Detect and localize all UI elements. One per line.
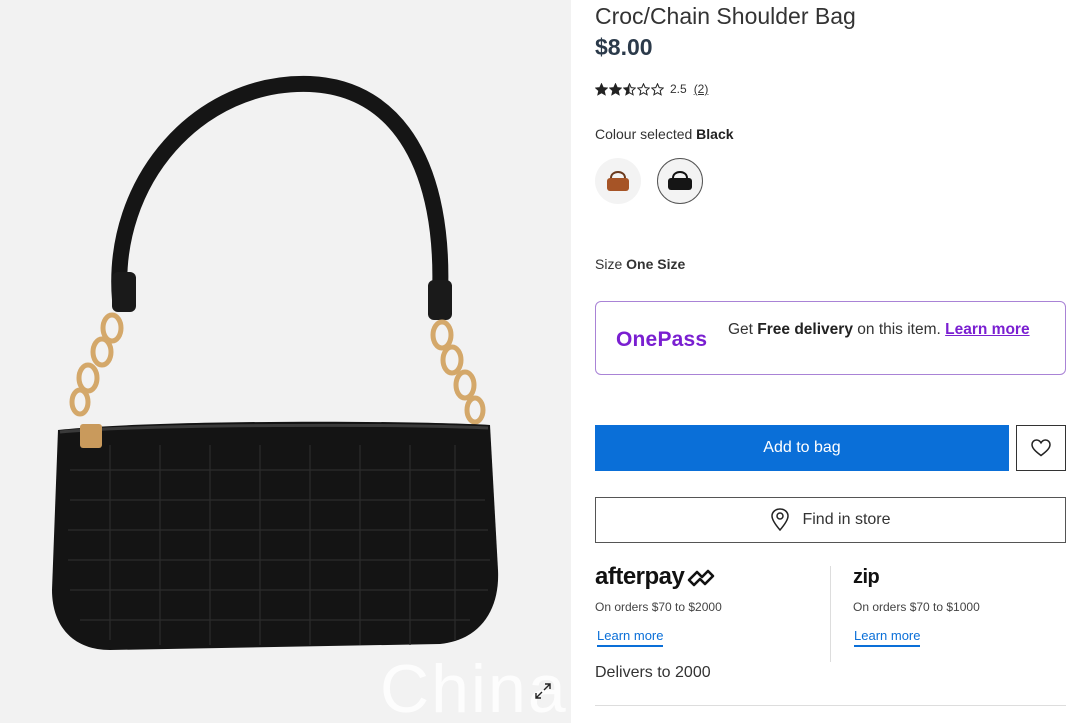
find-in-store-label: Find in store: [802, 511, 891, 528]
rating-star-icon: [595, 82, 608, 96]
afterpay-learn-more-link[interactable]: Learn more: [597, 628, 664, 647]
product-page: China Croc/Chain Shoulder Bag $8.00 2.5 …: [0, 0, 1080, 723]
product-rating: 2.5 (2): [595, 82, 708, 96]
expand-icon: [535, 683, 551, 699]
afterpay-logo: afterpay: [595, 563, 825, 591]
colour-swatches: [595, 158, 703, 204]
onepass-text-bold: Free delivery: [757, 321, 853, 338]
delivery-info: Delivers to 2000: [595, 664, 711, 681]
location-pin-icon: [771, 508, 790, 532]
zip-logo: zip: [853, 566, 880, 588]
add-to-bag-button[interactable]: Add to bag: [595, 425, 1009, 471]
zip-section: zip On orders $70 to $1000 Learn more: [853, 566, 1066, 647]
rating-star-icon: [651, 82, 664, 96]
afterpay-arrows-icon: [688, 569, 715, 587]
wishlist-button[interactable]: [1016, 425, 1066, 471]
product-price: $8.00: [595, 34, 653, 60]
payment-divider: [830, 566, 831, 662]
black-bag-thumbnail: [668, 171, 692, 190]
find-in-store-button[interactable]: Find in store: [595, 497, 1066, 543]
colour-selected-value: Black: [696, 126, 734, 142]
expand-image-button[interactable]: [530, 678, 556, 704]
afterpay-logo-text: afterpay: [595, 563, 685, 590]
onepass-learn-more-link[interactable]: Learn more: [945, 321, 1029, 338]
rating-star-icon: [623, 82, 636, 96]
product-image-panel[interactable]: China: [0, 0, 571, 723]
colour-label-text: Colour selected: [595, 126, 693, 142]
afterpay-section: afterpay On orders $70 to $2000 Learn mo…: [595, 563, 825, 647]
product-title: Croc/Chain Shoulder Bag: [595, 3, 856, 29]
divider-line: [595, 705, 1066, 706]
product-image: [52, 75, 499, 650]
rating-count-link[interactable]: (2): [694, 82, 709, 96]
colour-swatch-tan[interactable]: [595, 158, 641, 204]
rating-star-icon: [637, 82, 650, 96]
onepass-banner: OnePass Get Free delivery on this item. …: [595, 301, 1066, 375]
zip-note: On orders $70 to $1000: [853, 600, 980, 614]
rating-star-icon: [609, 82, 622, 96]
size-label-text: Size: [595, 256, 623, 272]
onepass-logo: OnePass: [616, 328, 708, 351]
size-label: Size One Size: [595, 256, 685, 272]
product-details: Croc/Chain Shoulder Bag $8.00 2.5 (2) Co…: [595, 0, 1066, 723]
onepass-text-suffix: on this item.: [857, 321, 941, 338]
zip-learn-more-link[interactable]: Learn more: [854, 628, 921, 647]
tan-bag-thumbnail: [607, 171, 629, 191]
colour-swatch-black[interactable]: [657, 158, 703, 204]
rating-stars: [595, 82, 664, 96]
colour-selected-label: Colour selected Black: [595, 126, 734, 142]
size-value: One Size: [626, 256, 686, 272]
afterpay-note: On orders $70 to $2000: [595, 600, 722, 614]
onepass-message: Get Free delivery on this item. Learn mo…: [728, 321, 1048, 339]
onepass-text-prefix: Get: [728, 321, 753, 338]
rating-value: 2.5: [670, 82, 687, 96]
heart-icon: [1031, 439, 1051, 457]
